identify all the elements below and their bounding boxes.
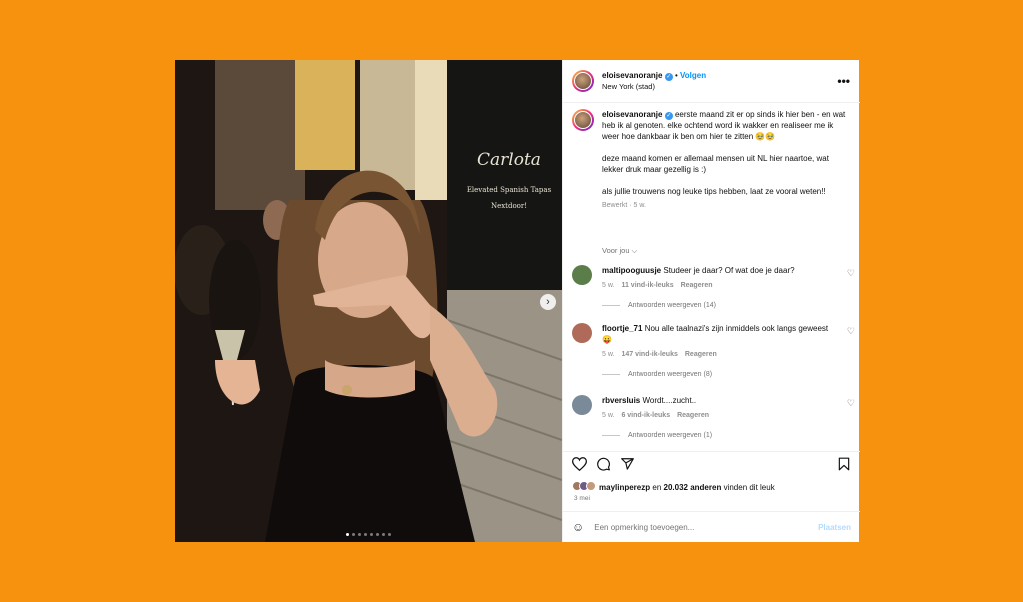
caption-paragraph-3: als jullie trouwens nog leuke tips hebbe… (602, 187, 826, 196)
comment-meta: 5 w. 11 vind-ik-leuks Reageren (602, 280, 834, 291)
comment-avatar[interactable] (572, 395, 592, 415)
comment-likes[interactable]: 6 vind-ik-leuks (621, 412, 670, 419)
comment-age: 5 w. (602, 282, 615, 289)
post-date: 3 mei (574, 495, 590, 502)
comment-body: rbversluis Wordt....zucht.. 5 w. 6 vind-ik… (602, 395, 834, 441)
comment-icon[interactable] (596, 457, 611, 471)
likes-suffix: vinden dit leuk (723, 482, 775, 492)
view-replies-label: Antwoorden weergeven (1) (628, 432, 713, 439)
caption-avatar[interactable] (572, 109, 594, 131)
follow-button[interactable]: Volgen (680, 71, 706, 80)
add-comment-bar: ☺ Plaatsen (563, 511, 860, 542)
liker-username[interactable]: maylinperezp (599, 483, 650, 492)
instagram-post: Carlota Elevated Spanish Tapas Nextdoor!… (175, 60, 860, 542)
view-replies-button[interactable]: Antwoorden weergeven (8) (602, 369, 834, 380)
comment-username[interactable]: floortje_71 (602, 324, 642, 333)
post-header: eloisevanoranje ✓ • Volgen New York (sta… (563, 60, 860, 103)
carousel-dot[interactable] (388, 533, 391, 536)
comment-body: floortje_71 Nou alle taalnazi's zijn inm… (602, 323, 834, 380)
emoji-icon[interactable]: ☺ (572, 520, 584, 534)
carousel-dot[interactable] (376, 533, 379, 536)
comment-avatar[interactable] (572, 265, 592, 285)
view-replies-button[interactable]: Antwoorden weergeven (14) (602, 300, 834, 311)
comment-username[interactable]: rbversluis (602, 396, 640, 405)
reply-button[interactable]: Reageren (681, 282, 713, 289)
comment-age: 5 w. (602, 412, 615, 419)
comment-likes[interactable]: 147 vind-ik-leuks (621, 351, 677, 358)
comment-meta: 5 w. 147 vind-ik-leuks Reageren (602, 349, 834, 360)
comment-age: 5 w. (602, 351, 615, 358)
more-options-icon[interactable]: ••• (837, 74, 850, 88)
liker-avatars (572, 481, 596, 493)
likes-summary: maylinperezp en 20.032 anderen vinden di… (572, 481, 775, 493)
next-photo-button[interactable]: › (540, 294, 556, 310)
comment-avatar[interactable] (572, 323, 592, 343)
author-username[interactable]: eloisevanoranje (602, 71, 662, 80)
caption-body: eloisevanoranje ✓ eerste maand zit er op… (602, 109, 852, 211)
chalkboard-title: Carlota (477, 150, 541, 170)
comment-meta: 5 w. 6 vind-ik-leuks Reageren (602, 410, 834, 421)
chalkboard-sign: Carlota Elevated Spanish Tapas Nextdoor! (461, 150, 557, 210)
comment-item: maltipooguusje Studeer je daar? Of wat d… (572, 265, 857, 311)
comment-like-icon[interactable]: ♡ (847, 268, 855, 279)
verified-badge-icon: ✓ (664, 112, 673, 120)
caption-edited-time: Bewerkt · 5 w. (602, 202, 646, 209)
author-info: eloisevanoranje ✓ • Volgen New York (sta… (602, 70, 706, 92)
post-sidebar: eloisevanoranje ✓ • Volgen New York (sta… (562, 60, 860, 542)
carousel-dot[interactable] (370, 533, 373, 536)
comment-like-icon[interactable]: ♡ (847, 398, 855, 409)
comment-body: maltipooguusje Studeer je daar? Of wat d… (602, 265, 834, 311)
view-replies-label: Antwoorden weergeven (8) (628, 371, 713, 378)
likes-count[interactable]: 20.032 anderen (664, 483, 722, 492)
comment-like-icon[interactable]: ♡ (847, 326, 855, 337)
see-translation-link[interactable]: Voor jou ⌵ (602, 246, 637, 256)
chalkboard-footer: Nextdoor! (490, 202, 528, 210)
comment-item: rbversluis Wordt....zucht.. 5 w. 6 vind-ik… (572, 395, 857, 441)
comment-text: Studeer je daar? Of wat doe je daar? (663, 266, 795, 275)
caption-paragraph-2: deze maand komen er allemaal mensen uit … (602, 154, 829, 174)
post-photo[interactable]: Carlota Elevated Spanish Tapas Nextdoor!… (175, 60, 562, 542)
carousel-dots (175, 533, 562, 536)
comment-text: Wordt....zucht.. (642, 396, 697, 405)
view-replies-label: Antwoorden weergeven (14) (628, 302, 716, 309)
likes-connector: en (652, 482, 662, 492)
post-location[interactable]: New York (stad) (602, 81, 706, 92)
view-replies-button[interactable]: Antwoorden weergeven (1) (602, 430, 834, 441)
share-icon[interactable] (620, 457, 635, 471)
post-comment-button[interactable]: Plaatsen (818, 523, 851, 532)
comment-username[interactable]: maltipooguusje (602, 266, 661, 275)
reply-button[interactable]: Reageren (685, 351, 717, 358)
caption-username[interactable]: eloisevanoranje (602, 110, 662, 119)
carousel-dot[interactable] (352, 533, 355, 536)
chalkboard-subtitle: Elevated Spanish Tapas (466, 186, 552, 194)
author-avatar[interactable] (572, 70, 594, 92)
header-separator: • (674, 71, 678, 80)
carousel-dot[interactable] (382, 533, 385, 536)
photo-illustration (175, 60, 562, 542)
carousel-dot[interactable] (358, 533, 361, 536)
carousel-dot[interactable] (364, 533, 367, 536)
like-icon[interactable] (572, 457, 587, 471)
comment-item: floortje_71 Nou alle taalnazi's zijn inm… (572, 323, 857, 380)
comment-likes[interactable]: 11 vind-ik-leuks (621, 282, 673, 289)
carousel-dot[interactable] (346, 533, 349, 536)
post-caption: eloisevanoranje ✓ eerste maand zit er op… (572, 109, 852, 211)
reply-button[interactable]: Reageren (677, 412, 709, 419)
comment-input[interactable] (594, 522, 795, 532)
verified-badge-icon: ✓ (664, 73, 673, 81)
save-icon[interactable] (838, 457, 850, 471)
